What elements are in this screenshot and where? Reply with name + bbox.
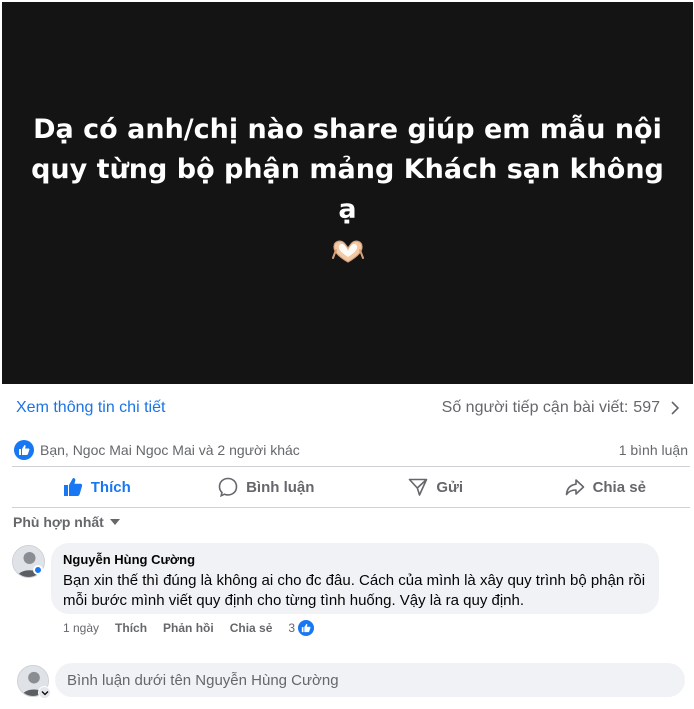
chevron-down-icon[interactable] (38, 686, 51, 699)
view-details-link[interactable]: Xem thông tin chi tiết (16, 399, 165, 417)
thumbs-up-icon (63, 478, 82, 496)
comment-button[interactable]: Bình luận (182, 467, 352, 507)
comment-label: Bình luận (246, 478, 315, 496)
comment-bubble: Nguyễn Hùng Cường Bạn xin thế thì đúng l… (51, 543, 659, 614)
post-action-bar: Thích Bình luận Gửi Chia sẻ (12, 466, 690, 508)
post-text-background[interactable]: Dạ có anh/chị nào share giúp em mẫu nội … (2, 2, 693, 384)
like-button[interactable]: Thích (12, 467, 182, 507)
share-label: Chia sẻ (592, 478, 646, 496)
heart-hands-icon (331, 240, 364, 263)
comment-sort-dropdown[interactable]: Phù hợp nhất (13, 512, 120, 532)
post-insights-row: Xem thông tin chi tiết Số người tiếp cận… (0, 384, 694, 432)
comment-icon (218, 477, 238, 497)
comment-text: Bạn xin thế thì đúng là không ai cho đc … (63, 572, 646, 609)
like-reaction-icon (297, 619, 316, 637)
like-label: Thích (90, 478, 131, 496)
comment-author[interactable]: Nguyễn Hùng Cường (63, 551, 647, 569)
comment-reply-button[interactable]: Phản hồi (163, 621, 214, 635)
send-button[interactable]: Gửi (351, 467, 521, 507)
comment-input[interactable] (55, 663, 685, 697)
share-arrow-icon (565, 479, 584, 496)
post-card: Dạ có anh/chị nào share giúp em mẫu nội … (0, 0, 694, 709)
post-text: Dạ có anh/chị nào share giúp em mẫu nội … (31, 114, 664, 225)
comment-actions: 1 ngày Thích Phản hồi Chia sẻ 3 (63, 618, 316, 638)
like-reaction-icon (14, 440, 34, 460)
comment-share-button[interactable]: Chia sẻ (230, 621, 273, 635)
comment-like-button[interactable]: Thích (115, 621, 147, 635)
reactions-summary: Bạn, Ngoc Mai Ngoc Mai và 2 người khác 1… (14, 436, 690, 464)
comment-reaction-number: 3 (288, 621, 296, 635)
reactors-summary[interactable]: Bạn, Ngoc Mai Ngoc Mai và 2 người khác (14, 440, 300, 460)
chevron-right-icon (671, 401, 680, 415)
send-icon (409, 478, 428, 496)
comment-timestamp[interactable]: 1 ngày (63, 621, 99, 635)
comment-count[interactable]: 1 bình luận (619, 442, 688, 458)
verified-badge-icon (33, 565, 43, 575)
comment-reaction-count[interactable]: 3 (288, 619, 316, 637)
reactors-text: Bạn, Ngoc Mai Ngoc Mai và 2 người khác (40, 442, 300, 458)
reach-label: Số người tiếp cận bài viết: (441, 399, 629, 416)
share-button[interactable]: Chia sẻ (521, 467, 691, 507)
sort-label: Phù hợp nhất (13, 514, 104, 530)
caret-down-icon (109, 519, 120, 525)
reach-value: 597 (633, 399, 660, 416)
send-label: Gửi (436, 478, 464, 496)
post-reach[interactable]: Số người tiếp cận bài viết: 597 (442, 399, 682, 417)
